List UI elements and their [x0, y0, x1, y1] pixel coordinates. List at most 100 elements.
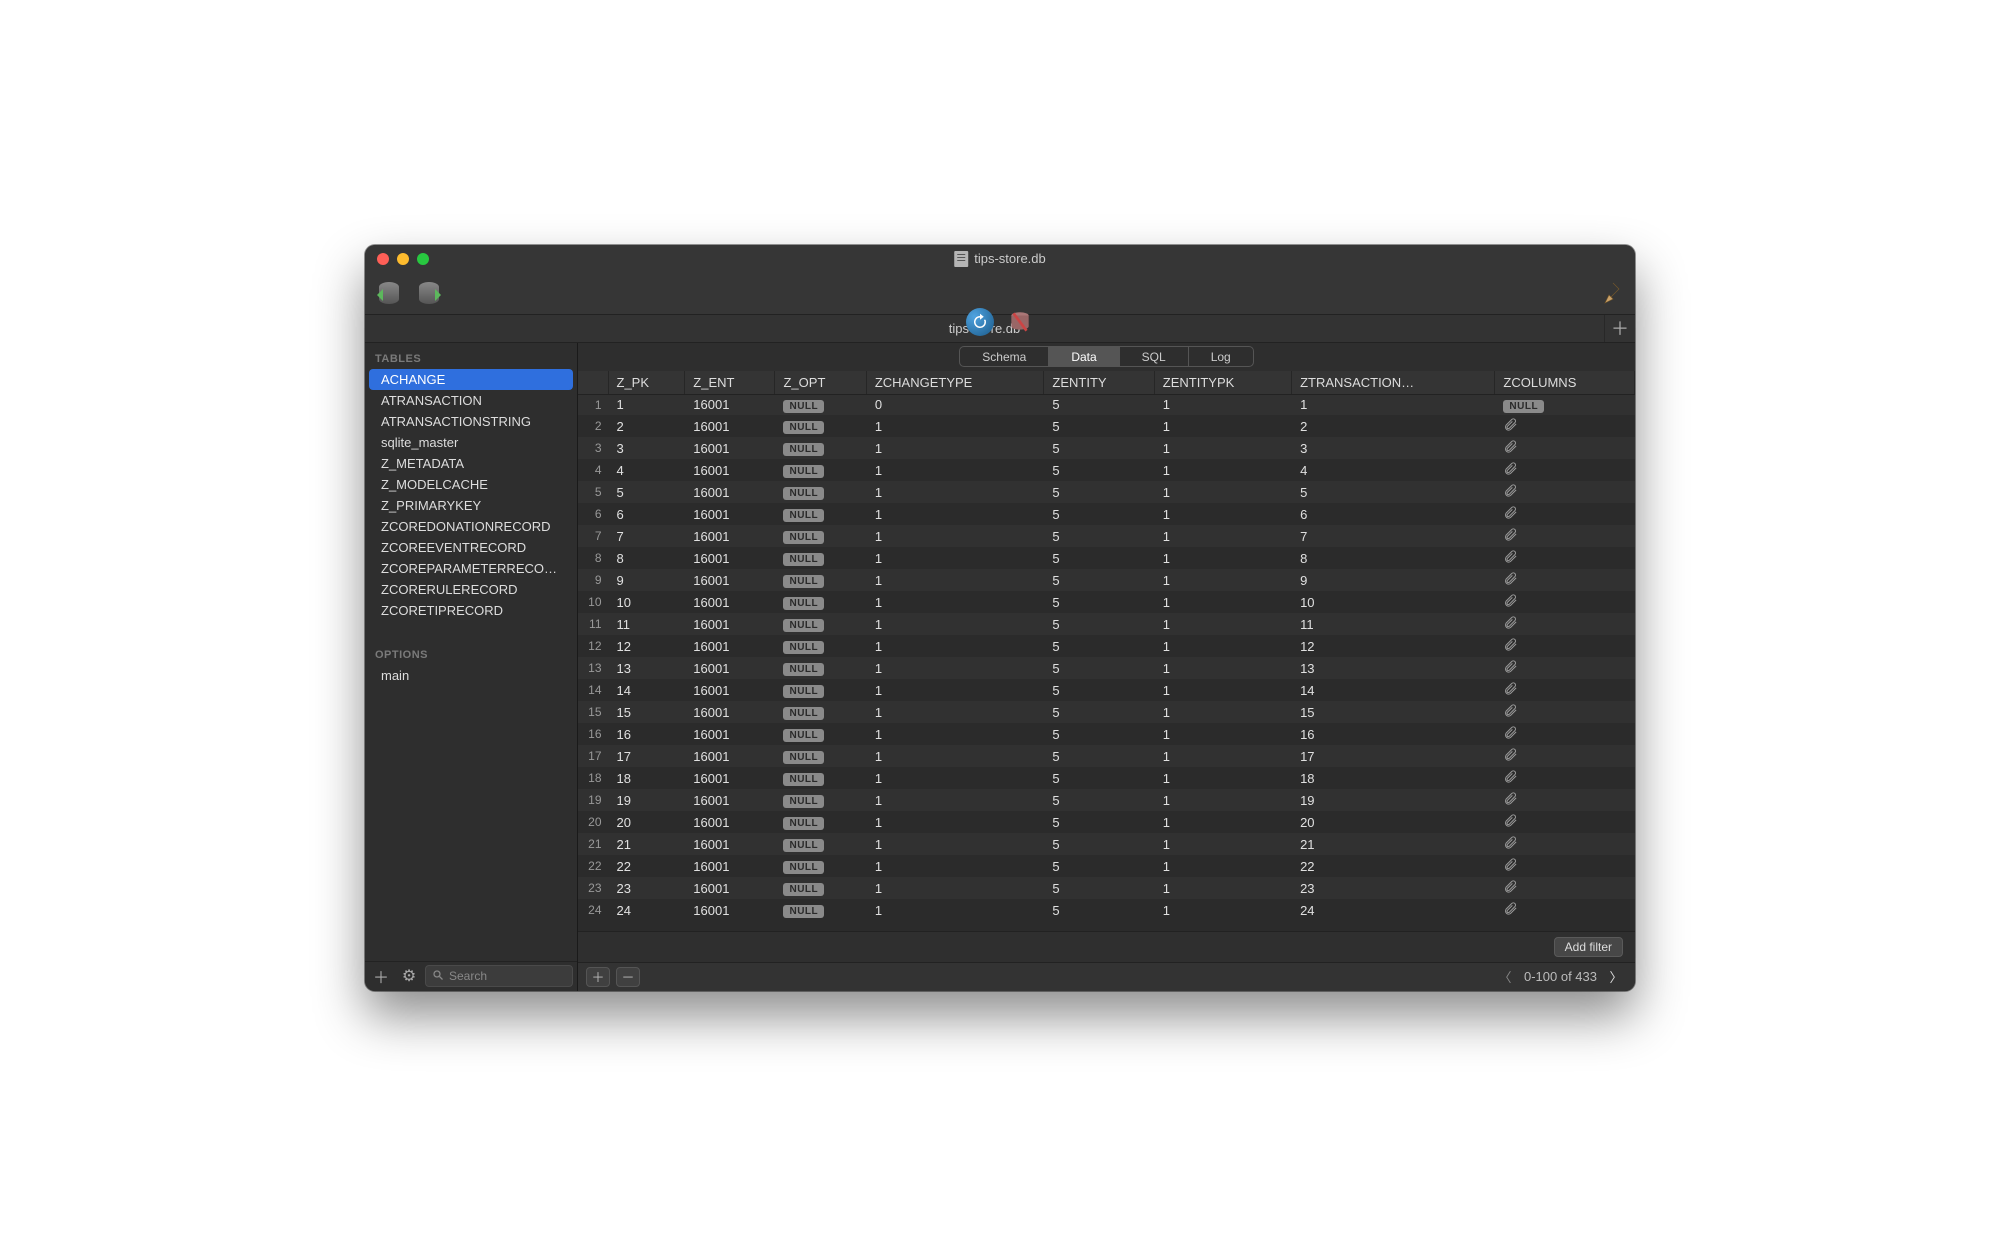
- table-cell[interactable]: NULL: [775, 394, 866, 415]
- table-cell[interactable]: 7: [1292, 525, 1495, 547]
- add-row-button[interactable]: ＋: [586, 967, 610, 987]
- column-header[interactable]: ZCHANGETYPE: [866, 371, 1044, 395]
- table-cell[interactable]: 1: [1154, 503, 1291, 525]
- table-cell[interactable]: 1: [1154, 657, 1291, 679]
- table-cell[interactable]: 1: [1154, 745, 1291, 767]
- table-cell[interactable]: NULL: [775, 547, 866, 569]
- table-cell[interactable]: 11: [608, 613, 685, 635]
- table-cell[interactable]: 15: [608, 701, 685, 723]
- table-cell[interactable]: 1: [1154, 525, 1291, 547]
- table-row[interactable]: 161616001NULL15116: [578, 723, 1635, 745]
- close-window-button[interactable]: [377, 253, 389, 265]
- table-cell[interactable]: [1495, 679, 1635, 701]
- table-cell[interactable]: NULL: [775, 877, 866, 899]
- table-cell[interactable]: 1: [1154, 877, 1291, 899]
- next-page-button[interactable]: 〉: [1605, 967, 1627, 987]
- table-row[interactable]: 222216001NULL15122: [578, 855, 1635, 877]
- column-header[interactable]: ZTRANSACTION…: [1292, 371, 1495, 395]
- table-cell[interactable]: NULL: [775, 767, 866, 789]
- table-cell[interactable]: 1: [866, 635, 1044, 657]
- table-cell[interactable]: 16001: [685, 547, 775, 569]
- import-db-button[interactable]: [371, 276, 407, 310]
- table-cell[interactable]: 24: [1292, 899, 1495, 921]
- table-cell[interactable]: 1: [866, 591, 1044, 613]
- table-cell[interactable]: 1: [1154, 591, 1291, 613]
- delete-db-button[interactable]: [1002, 305, 1038, 339]
- table-cell[interactable]: 6: [608, 503, 685, 525]
- table-cell[interactable]: 1: [866, 547, 1044, 569]
- table-cell[interactable]: 1: [1154, 635, 1291, 657]
- table-cell[interactable]: 16001: [685, 459, 775, 481]
- table-cell[interactable]: 5: [1044, 833, 1154, 855]
- table-cell[interactable]: NULL: [775, 899, 866, 921]
- table-row[interactable]: 121216001NULL15112: [578, 635, 1635, 657]
- table-cell[interactable]: 24: [608, 899, 685, 921]
- table-cell[interactable]: 23: [1292, 877, 1495, 899]
- table-cell[interactable]: [1495, 525, 1635, 547]
- table-cell[interactable]: NULL: [775, 525, 866, 547]
- table-cell[interactable]: [1495, 613, 1635, 635]
- table-cell[interactable]: 15: [1292, 701, 1495, 723]
- table-cell[interactable]: 1: [866, 701, 1044, 723]
- table-cell[interactable]: 1: [1154, 855, 1291, 877]
- table-cell[interactable]: 16001: [685, 437, 775, 459]
- table-cell[interactable]: 5: [1044, 437, 1154, 459]
- table-cell[interactable]: NULL: [775, 745, 866, 767]
- sidebar-table-item[interactable]: sqlite_master: [369, 432, 573, 453]
- table-cell[interactable]: 8: [608, 547, 685, 569]
- table-cell[interactable]: 19: [608, 789, 685, 811]
- table-cell[interactable]: 1: [866, 723, 1044, 745]
- table-row[interactable]: 131316001NULL15113: [578, 657, 1635, 679]
- table-cell[interactable]: [1495, 415, 1635, 437]
- table-cell[interactable]: NULL: [775, 855, 866, 877]
- table-cell[interactable]: [1495, 503, 1635, 525]
- column-header[interactable]: Z_PK: [608, 371, 685, 395]
- table-cell[interactable]: NULL: [775, 635, 866, 657]
- column-header[interactable]: Z_ENT: [685, 371, 775, 395]
- table-row[interactable]: 171716001NULL15117: [578, 745, 1635, 767]
- table-cell[interactable]: NULL: [775, 723, 866, 745]
- sidebar-option-item[interactable]: main: [369, 665, 573, 686]
- table-row[interactable]: 8816001NULL1518: [578, 547, 1635, 569]
- view-tab-log[interactable]: Log: [1189, 347, 1253, 366]
- table-cell[interactable]: [1495, 723, 1635, 745]
- table-cell[interactable]: 5: [1044, 811, 1154, 833]
- table-cell[interactable]: [1495, 899, 1635, 921]
- table-cell[interactable]: NULL: [775, 459, 866, 481]
- table-row[interactable]: 141416001NULL15114: [578, 679, 1635, 701]
- table-cell[interactable]: NULL: [775, 569, 866, 591]
- sidebar-settings-button[interactable]: ⚙: [397, 964, 421, 988]
- table-cell[interactable]: 5: [1044, 899, 1154, 921]
- table-cell[interactable]: 17: [608, 745, 685, 767]
- table-cell[interactable]: 16001: [685, 657, 775, 679]
- table-row[interactable]: 202016001NULL15120: [578, 811, 1635, 833]
- sidebar-table-item[interactable]: ZCOREDONATIONRECORD: [369, 516, 573, 537]
- table-cell[interactable]: 1: [866, 855, 1044, 877]
- table-cell[interactable]: 1: [1292, 394, 1495, 415]
- add-table-button[interactable]: ＋: [369, 964, 393, 988]
- table-cell[interactable]: NULL: [775, 657, 866, 679]
- table-cell[interactable]: 16001: [685, 833, 775, 855]
- table-cell[interactable]: 21: [1292, 833, 1495, 855]
- table-cell[interactable]: 16001: [685, 635, 775, 657]
- table-row[interactable]: 181816001NULL15118: [578, 767, 1635, 789]
- table-cell[interactable]: 21: [608, 833, 685, 855]
- table-cell[interactable]: 17: [1292, 745, 1495, 767]
- table-cell[interactable]: 1: [866, 833, 1044, 855]
- column-header[interactable]: ZENTITYPK: [1154, 371, 1291, 395]
- table-row[interactable]: 212116001NULL15121: [578, 833, 1635, 855]
- table-cell[interactable]: 5: [1044, 635, 1154, 657]
- table-cell[interactable]: 5: [1044, 723, 1154, 745]
- table-cell[interactable]: 23: [608, 877, 685, 899]
- table-cell[interactable]: NULL: [775, 437, 866, 459]
- view-tab-sql[interactable]: SQL: [1120, 347, 1189, 366]
- table-cell[interactable]: 5: [1044, 569, 1154, 591]
- sidebar-search-input[interactable]: [449, 969, 566, 983]
- table-cell[interactable]: NULL: [775, 591, 866, 613]
- table-cell[interactable]: 12: [608, 635, 685, 657]
- table-cell[interactable]: 16001: [685, 394, 775, 415]
- table-cell[interactable]: 5: [1044, 503, 1154, 525]
- table-cell[interactable]: 1: [866, 459, 1044, 481]
- table-cell[interactable]: 16001: [685, 415, 775, 437]
- table-row[interactable]: 1116001NULL0511NULL: [578, 394, 1635, 415]
